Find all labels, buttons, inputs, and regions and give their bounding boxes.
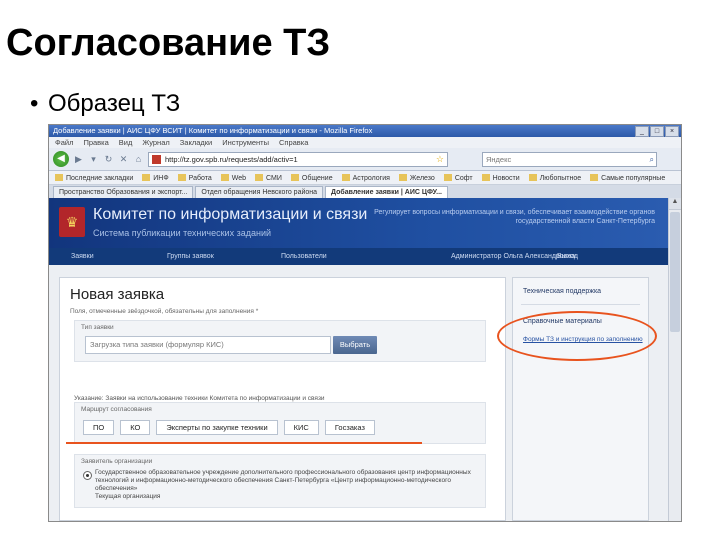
section-label: Маршрут согласования [81, 406, 152, 413]
bookmarks-toolbar: Последние закладки ИНФ Работа Web СМИ Об… [49, 171, 681, 185]
form-panel: Новая заявка Поля, отмеченные звёздочкой… [59, 277, 506, 521]
nav-requests[interactable]: Заявки [71, 253, 94, 260]
site-subtitle: Система публикации технических заданий [93, 228, 272, 238]
search-placeholder: Яндекс [486, 154, 512, 164]
menu-help[interactable]: Справка [279, 137, 308, 148]
search-icon[interactable]: ⌕ [650, 153, 654, 166]
route-step[interactable]: КО [120, 420, 151, 435]
site-title: Комитет по информатизации и связи [93, 206, 368, 223]
stop-icon[interactable]: ✕ [118, 154, 129, 165]
choose-button[interactable]: Выбрать [333, 336, 377, 354]
maximize-button[interactable]: □ [650, 126, 664, 137]
bookmark-item[interactable]: Железо [399, 174, 435, 182]
bookmark-item[interactable]: Новости [482, 174, 520, 182]
menu-tools[interactable]: Инструменты [222, 137, 269, 148]
bookmark-item[interactable]: Астрология [342, 174, 390, 182]
highlight-underline [66, 442, 422, 444]
address-bar[interactable]: http://tz.gov.spb.ru/requests/add/activ=… [148, 151, 448, 167]
site-banner: ♛ Комитет по информатизации и связи Сист… [49, 198, 669, 248]
organization-radio[interactable] [83, 471, 92, 480]
menu-bookmarks[interactable]: Закладки [180, 137, 212, 148]
support-link[interactable]: Техническая поддержка [523, 288, 601, 295]
menu-edit[interactable]: Правка [83, 137, 108, 148]
bookmark-item[interactable]: Софт [444, 174, 473, 182]
search-input[interactable]: Яндекс ⌕ [482, 151, 657, 167]
window-titlebar: Добавление заявки | АИС ЦФУ ВСИТ | Комит… [49, 125, 681, 137]
scroll-thumb[interactable] [670, 212, 680, 332]
required-note: Поля, отмеченные звёздочкой, обязательны… [70, 308, 259, 315]
route-step[interactable]: Госзаказ [324, 420, 375, 435]
hint-text: Указание: Заявки на использование техник… [74, 395, 325, 402]
request-type-input[interactable]: Загрузка типа заявки (формуляр КИС) [85, 336, 331, 354]
menu-view[interactable]: Вид [119, 137, 133, 148]
page-title: Новая заявка [70, 286, 165, 303]
highlight-ellipse [497, 311, 657, 361]
section-label: Заявитель организации [81, 458, 153, 465]
city-emblem-icon: ♛ [59, 207, 85, 237]
sidebar-divider [521, 304, 640, 305]
menu-file[interactable]: Файл [55, 137, 73, 148]
bookmark-item[interactable]: Самые популярные [590, 174, 665, 182]
bookmark-item[interactable]: Последние закладки [55, 174, 133, 182]
close-window-button[interactable]: × [665, 126, 679, 137]
site-nav: Заявки Группы заявок Пользователи Админи… [49, 248, 669, 265]
nav-logout[interactable]: Выход [549, 253, 578, 260]
vertical-scrollbar[interactable]: ▲ [668, 198, 681, 521]
bullet-text: Образец ТЗ [48, 90, 181, 117]
slide-bullet: • Образец ТЗ [30, 90, 180, 118]
dropdown-arrow-icon[interactable]: ▾ [88, 154, 99, 165]
bookmark-star-icon[interactable]: ☆ [436, 153, 444, 166]
navigation-toolbar: ◀ ▶ ▾ ↻ ✕ ⌂ http://tz.gov.spb.ru/request… [49, 148, 681, 171]
site-favicon-icon [152, 154, 161, 164]
bookmark-item[interactable]: Работа [178, 174, 212, 182]
current-organization: Текущая организация [95, 493, 161, 500]
request-type-section: Тип заявки Загрузка типа заявки (формуля… [74, 320, 486, 362]
banner-note: Регулирует вопросы информатизации и связ… [374, 209, 655, 225]
reload-icon[interactable]: ↻ [103, 154, 114, 165]
organization-section: Заявитель организации Государственное об… [74, 454, 486, 508]
nav-request-groups[interactable]: Группы заявок [167, 253, 214, 260]
tab-strip: Пространство Образования и экспорт... От… [49, 185, 681, 199]
slide-title: Согласование ТЗ [6, 22, 331, 64]
bookmark-item[interactable]: Общение [291, 174, 333, 182]
address-url: http://tz.gov.spb.ru/requests/add/activ=… [165, 154, 298, 164]
menu-history[interactable]: Журнал [142, 137, 169, 148]
nav-users[interactable]: Пользователи [281, 253, 327, 260]
route-section: Маршрут согласования ПО КО Эксперты по з… [74, 402, 486, 444]
forward-arrow-icon[interactable]: ▶ [73, 154, 84, 165]
bookmark-item[interactable]: Web [221, 174, 246, 182]
organization-label: Государственное образовательное учрежден… [95, 469, 475, 501]
bookmark-item[interactable]: ИНФ [142, 174, 168, 182]
menu-bar: Файл Правка Вид Журнал Закладки Инструме… [49, 137, 681, 148]
scroll-up-icon[interactable]: ▲ [669, 198, 681, 210]
route-step[interactable]: Эксперты по закупке техники [156, 420, 278, 435]
bookmark-item[interactable]: СМИ [255, 174, 282, 182]
back-arrow-icon[interactable]: ◀ [53, 151, 69, 167]
minimize-button[interactable]: _ [635, 126, 649, 137]
organization-name: Государственное образовательное учрежден… [95, 469, 471, 492]
route-step[interactable]: КИС [283, 420, 319, 435]
route-steps: ПО КО Эксперты по закупке техники КИС Го… [83, 420, 375, 435]
route-step[interactable]: ПО [83, 420, 115, 435]
home-icon[interactable]: ⌂ [133, 154, 144, 164]
bookmark-item[interactable]: Любопытное [529, 174, 581, 182]
window-title: Добавление заявки | АИС ЦФУ ВСИТ | Комит… [53, 126, 373, 135]
section-label: Тип заявки [81, 324, 114, 331]
bullet-dot-icon: • [30, 90, 39, 117]
